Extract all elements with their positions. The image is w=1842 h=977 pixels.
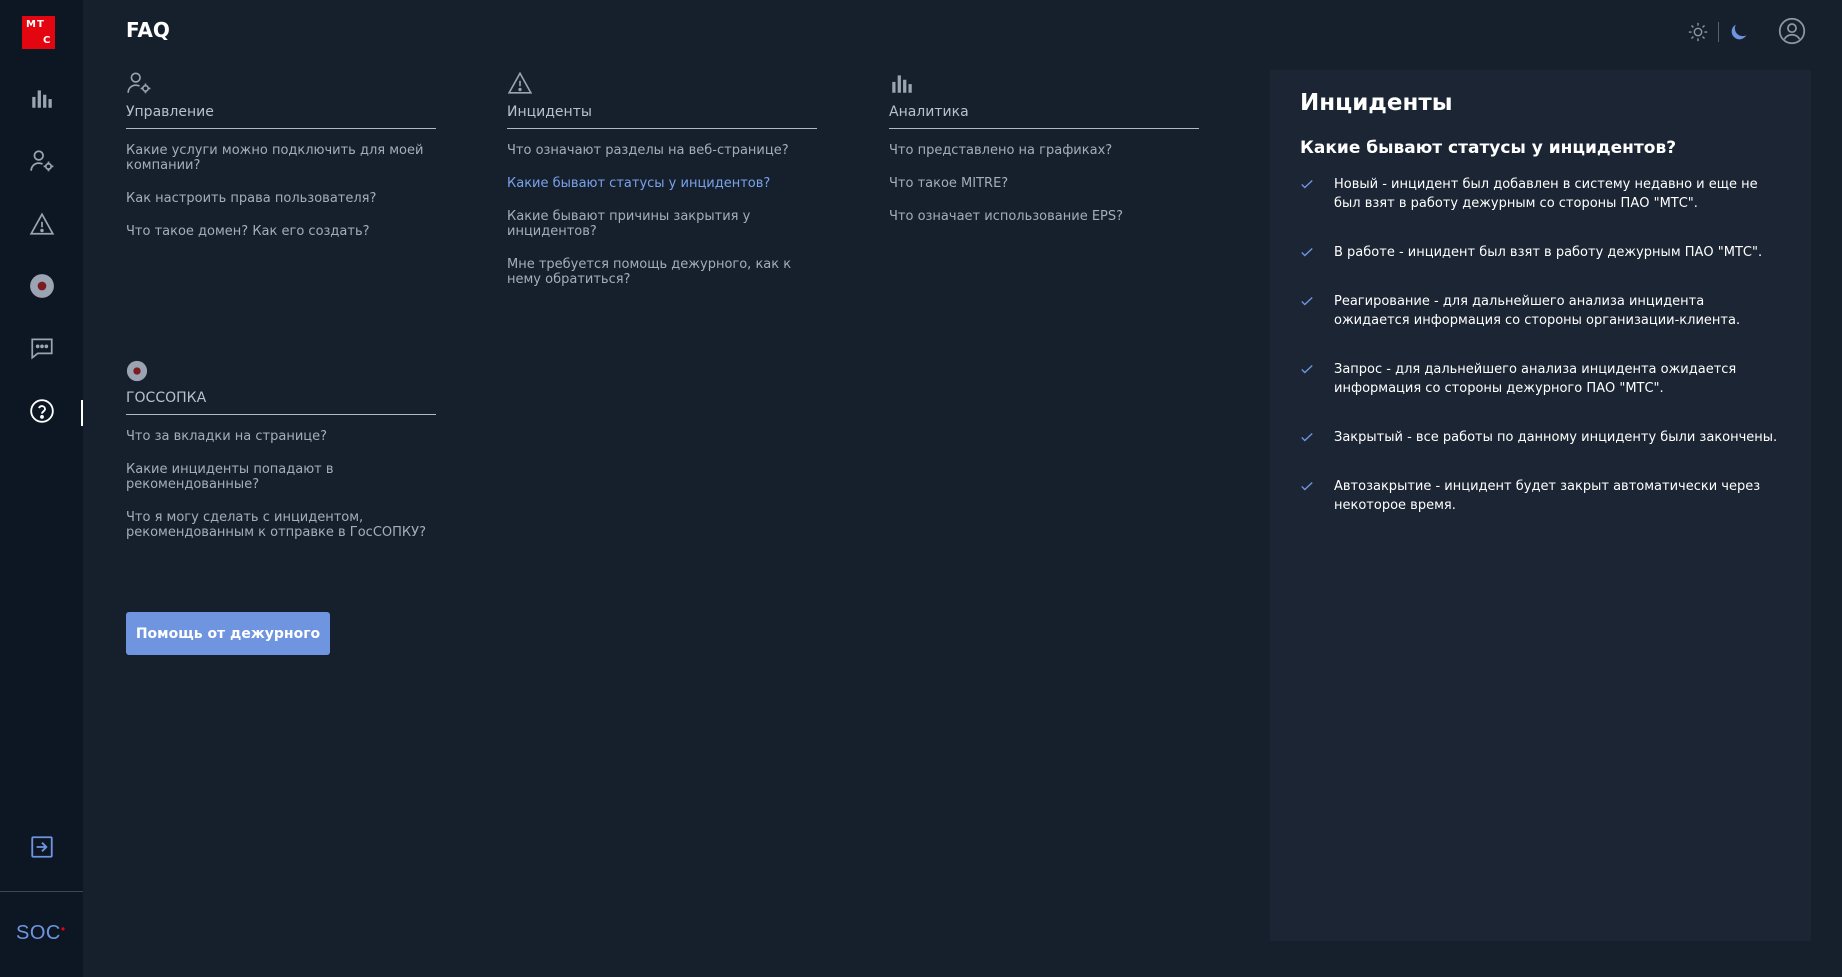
status-text: Закрытый - все работы по данному инциден… — [1334, 430, 1778, 445]
check-icon — [1301, 247, 1313, 257]
chat-icon — [30, 338, 53, 360]
status-text: Автозакрытие - инцидент будет закрыт авт… — [1334, 479, 1761, 513]
bar-chart-icon — [31, 90, 52, 108]
nav-item-chat[interactable] — [0, 328, 83, 368]
faq-question[interactable]: Что я могу сделать с инцидентом, рекомен… — [126, 510, 426, 540]
check-icon — [1301, 481, 1313, 491]
page-title: FAQ — [126, 18, 170, 42]
faq-question[interactable]: Какие инциденты попадают в рекомендованн… — [126, 462, 426, 492]
answer-question: Какие бывают статусы у инцидентов? — [1300, 138, 1677, 158]
faq-question[interactable]: Что представлено на графиках? — [889, 143, 1189, 158]
check-icon — [1301, 179, 1313, 189]
faq-question[interactable]: Какие бывают причины закрытия у инцидент… — [507, 209, 807, 239]
question-list: Какие услуги можно подключить для моей к… — [126, 143, 436, 239]
profile-button[interactable] — [1778, 17, 1806, 45]
user-gear-icon — [127, 72, 151, 94]
dark-theme-button[interactable] — [1725, 18, 1753, 46]
status-item: Запрос - для дальнейшего анализа инциден… — [1300, 360, 1780, 398]
status-text: Запрос - для дальнейшего анализа инциден… — [1334, 362, 1737, 396]
bar-chart-icon — [892, 75, 912, 93]
soc-logo-dot: • — [60, 922, 66, 936]
soc-logo-text: SOC — [16, 922, 61, 944]
target-icon — [29, 274, 54, 298]
section-title: Инциденты — [507, 104, 817, 129]
check-icon — [1301, 296, 1313, 306]
warning-icon — [29, 212, 54, 235]
status-item: Новый - инцидент был добавлен в систему … — [1300, 175, 1780, 213]
question-list: Что означают разделы на веб-странице? Ка… — [507, 143, 817, 287]
faq-question[interactable]: Что такое домен? Как его создать? — [126, 224, 426, 239]
user-avatar-icon — [1778, 17, 1806, 45]
check-icon — [1301, 432, 1313, 442]
nav-item-management[interactable] — [0, 141, 83, 181]
moon-icon — [1731, 24, 1747, 40]
nav-item-faq[interactable] — [0, 391, 83, 431]
warning-icon — [507, 71, 533, 94]
faq-question[interactable]: Какие услуги можно подключить для моей к… — [126, 143, 426, 173]
logo-letter: С — [43, 35, 51, 46]
light-theme-button[interactable] — [1684, 18, 1712, 46]
status-item: В работе - инцидент был взят в работу де… — [1300, 243, 1780, 262]
faq-question[interactable]: Что означают разделы на веб-странице? — [507, 143, 807, 158]
faq-section-analytics: Аналитика Что представлено на графиках? … — [889, 70, 1199, 242]
question-list: Что за вкладки на странице? Какие инциде… — [126, 429, 436, 540]
logo-letter: М — [26, 19, 36, 30]
status-text: Реагирование - для дальнейшего анализа и… — [1334, 294, 1741, 328]
logout-icon — [30, 836, 53, 858]
faq-question-active[interactable]: Какие бывают статусы у инцидентов? — [507, 176, 807, 191]
faq-question[interactable]: Что за вкладки на странице? — [126, 429, 426, 444]
faq-section-management: Управление Какие услуги можно подключить… — [126, 70, 436, 257]
question-list: Что представлено на графиках? Что такое … — [889, 143, 1199, 224]
nav-item-analytics[interactable] — [0, 78, 83, 118]
faq-section-incidents: Инциденты Что означают разделы на веб-ст… — [507, 70, 817, 305]
soc-logo: SOC• — [16, 922, 66, 945]
section-title: Управление — [126, 104, 436, 129]
faq-question[interactable]: Что означает использование EPS? — [889, 209, 1189, 224]
theme-separator — [1718, 22, 1719, 42]
faq-question[interactable]: Мне требуется помощь дежурного, как к не… — [507, 257, 807, 287]
sidebar: М Т С SOC• — [0, 0, 83, 977]
logout-button[interactable] — [0, 827, 83, 867]
status-item: Закрытый - все работы по данному инциден… — [1300, 428, 1780, 447]
status-list: Новый - инцидент был добавлен в систему … — [1300, 175, 1780, 515]
answer-panel: Инциденты Какие бывают статусы у инциден… — [1270, 70, 1811, 941]
logo-letter: Т — [37, 19, 44, 30]
status-text: Новый - инцидент был добавлен в систему … — [1334, 177, 1758, 211]
sidebar-divider — [0, 891, 83, 892]
status-item: Реагирование - для дальнейшего анализа и… — [1300, 292, 1780, 330]
sun-icon — [1688, 22, 1708, 42]
faq-section-gossopka: ГОССОПКА Что за вкладки на странице? Как… — [126, 360, 436, 558]
answer-title: Инциденты — [1300, 90, 1453, 116]
status-item: Автозакрытие - инцидент будет закрыт авт… — [1300, 477, 1780, 515]
faq-question[interactable]: Что такое MITRE? — [889, 176, 1189, 191]
user-gear-icon — [29, 150, 53, 172]
status-text: В работе - инцидент был взят в работу де… — [1334, 245, 1763, 260]
section-title: ГОССОПКА — [126, 390, 436, 415]
nav-item-gossopka[interactable] — [0, 266, 83, 306]
nav-item-incidents[interactable] — [0, 204, 83, 244]
section-title: Аналитика — [889, 104, 1199, 129]
help-from-duty-button[interactable]: Помощь от дежурного — [126, 612, 330, 655]
faq-question[interactable]: Как настроить права пользователя? — [126, 191, 426, 206]
mts-logo[interactable]: М Т С — [22, 16, 55, 49]
target-icon — [126, 360, 148, 382]
help-icon — [29, 399, 54, 423]
check-icon — [1301, 364, 1313, 374]
